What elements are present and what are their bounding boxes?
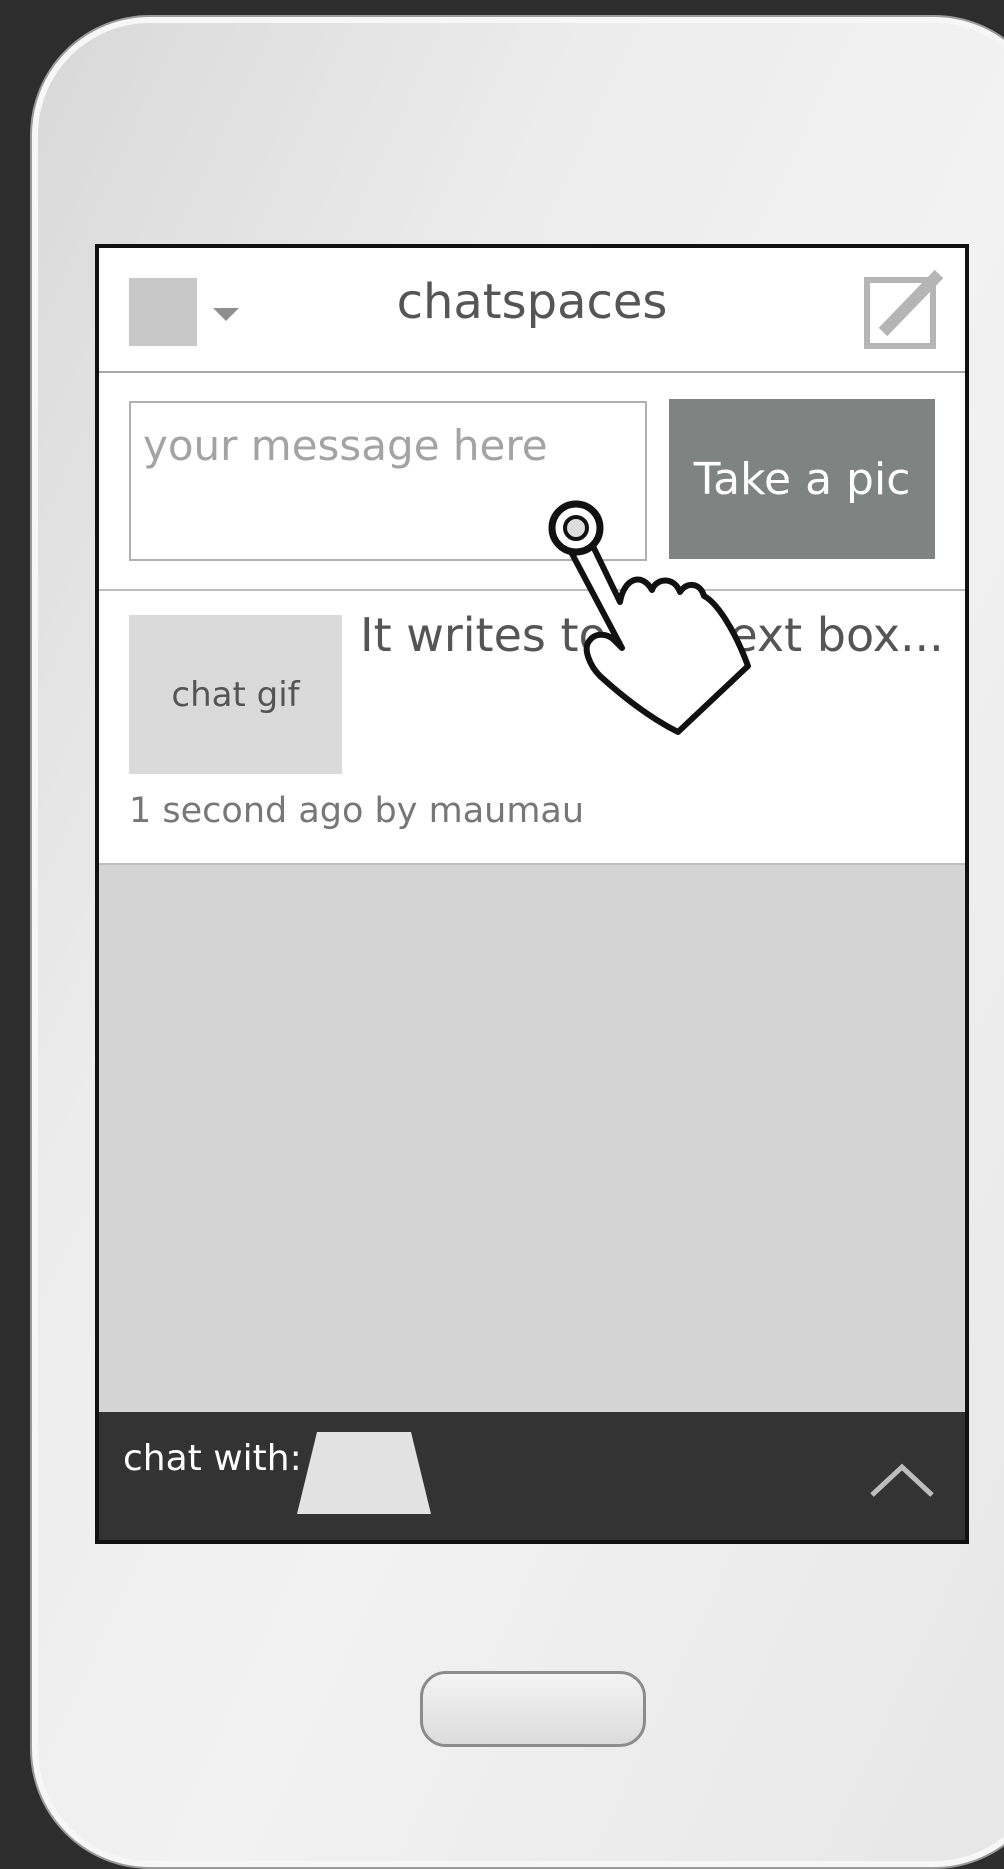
page-title: chatspaces: [396, 274, 668, 330]
chat-gif-label: chat gif: [171, 674, 300, 715]
post-meta: 1 second ago by maumau: [129, 791, 585, 831]
contact-shape-icon[interactable]: [295, 1430, 435, 1520]
home-button[interactable]: [420, 1671, 646, 1747]
compose-icon[interactable]: [863, 268, 945, 350]
chat-with-bar: chat with:: [99, 1412, 965, 1540]
chat-gif-image[interactable]: chat gif: [129, 615, 342, 774]
app-screen: chatspaces Take a pic chat gif It writes…: [95, 244, 969, 1544]
composer-row: Take a pic: [99, 373, 965, 591]
hand-pointer-icon: [538, 498, 758, 742]
top-bar: chatspaces: [99, 248, 965, 373]
list-item[interactable]: chat gif It writes to the text box... 1 …: [99, 591, 965, 865]
chevron-up-icon[interactable]: [869, 1462, 935, 1502]
chat-with-label: chat with:: [123, 1438, 302, 1479]
